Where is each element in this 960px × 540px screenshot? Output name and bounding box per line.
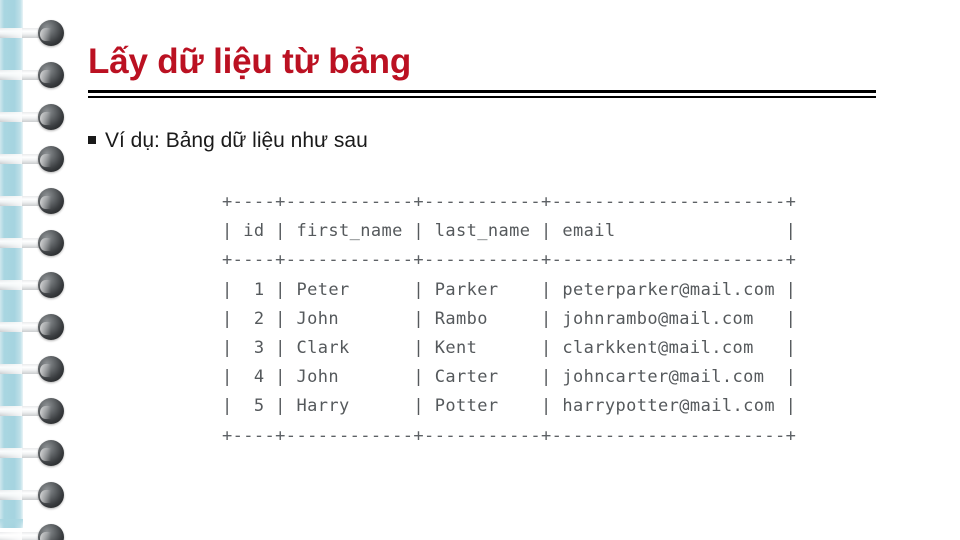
spiral-ring-icon xyxy=(0,20,70,46)
spiral-ring-bead xyxy=(38,398,64,424)
slide-canvas: Lấy dữ liệu từ bảng Ví dụ: Bảng dữ liệu … xyxy=(0,0,960,540)
spiral-ring-bead xyxy=(38,314,64,340)
spiral-ring-bead xyxy=(38,146,64,172)
spiral-ring-bead xyxy=(38,104,64,130)
bullet-item-label: Ví dụ: Bảng dữ liệu như sau xyxy=(105,129,368,152)
ascii-table-row: | 3 | Clark | Kent | clarkkent@mail.com … xyxy=(222,338,797,359)
spiral-ring-icon xyxy=(0,482,70,508)
spiral-ring-bead xyxy=(38,188,64,214)
spiral-ring-icon xyxy=(0,314,70,340)
spiral-ring-bead xyxy=(38,482,64,508)
title-divider-thick-rule xyxy=(88,90,876,93)
spiral-ring-bead xyxy=(38,272,64,298)
spiral-ring-icon xyxy=(0,230,70,256)
spiral-ring-icon xyxy=(0,524,70,540)
title-divider-thin-rule xyxy=(88,96,876,98)
spiral-binding-rings xyxy=(0,0,92,540)
spiral-ring-icon xyxy=(0,104,70,130)
spiral-ring-icon xyxy=(0,272,70,298)
title-divider xyxy=(88,90,876,100)
ascii-table-row: | 1 | Peter | Parker | peterparker@mail.… xyxy=(222,279,797,300)
spiral-ring-bead xyxy=(38,62,64,88)
ascii-table-row: | id | first_name | last_name | email | xyxy=(222,221,797,242)
square-bullet-icon xyxy=(88,136,96,144)
spiral-ring-icon xyxy=(0,356,70,382)
spiral-ring-icon xyxy=(0,62,70,88)
spiral-ring-icon xyxy=(0,146,70,172)
spiral-ring-bead xyxy=(38,440,64,466)
notebook-edge-decoration xyxy=(0,0,92,540)
ascii-table-border-row: +----+------------+-----------+---------… xyxy=(222,192,797,212)
spiral-ring-bead xyxy=(38,20,64,46)
ascii-result-table: +----+------------+-----------+---------… xyxy=(222,188,796,451)
ascii-table-row: | 5 | Harry | Potter | harrypotter@mail.… xyxy=(222,396,797,417)
page-title: Lấy dữ liệu từ bảng xyxy=(88,42,412,81)
spiral-ring-icon xyxy=(0,398,70,424)
spiral-ring-bead xyxy=(38,356,64,382)
spiral-ring-bead xyxy=(38,230,64,256)
spiral-ring-icon xyxy=(0,440,70,466)
spiral-ring-icon xyxy=(0,188,70,214)
ascii-table-row: | 2 | John | Rambo | johnrambo@mail.com … xyxy=(222,308,797,329)
ascii-table-row: | 4 | John | Carter | johncarter@mail.co… xyxy=(222,367,797,388)
bullet-list-item: Ví dụ: Bảng dữ liệu như sau xyxy=(88,126,848,156)
spiral-ring-bead xyxy=(38,524,64,540)
ascii-table-border-row: +----+------------+-----------+---------… xyxy=(222,425,797,446)
ascii-table-border-row: +----+------------+-----------+---------… xyxy=(222,250,797,271)
